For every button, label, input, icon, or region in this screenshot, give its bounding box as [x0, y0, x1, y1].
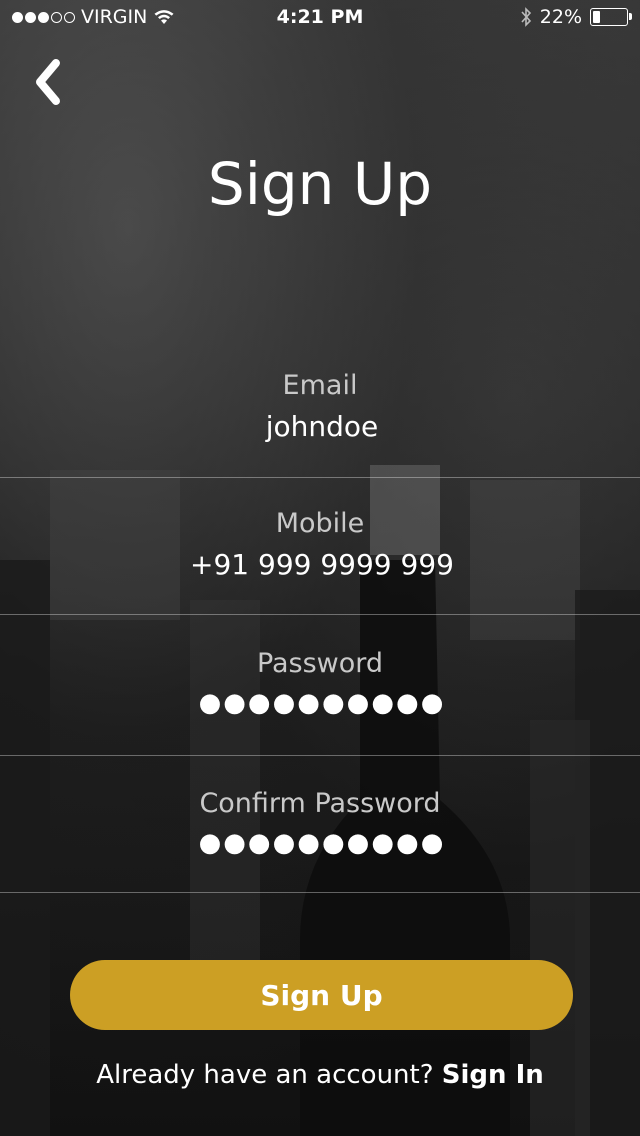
mobile-input[interactable] [0, 547, 640, 582]
divider [0, 477, 640, 478]
battery-percent: 22% [539, 6, 582, 28]
battery-fill [593, 11, 600, 23]
status-right: 22% [520, 6, 632, 28]
page-title: Sign Up [207, 150, 433, 218]
signup-screen: VIRGIN 4:21 PM 22% Sign Up Email johndoe… [0, 0, 640, 1136]
battery-tip [629, 13, 632, 20]
email-input[interactable] [0, 409, 640, 444]
confirm-password-input[interactable] [0, 827, 640, 859]
status-bar: VIRGIN 4:21 PM 22% [0, 0, 640, 40]
chevron-left-icon [36, 59, 60, 105]
password-field-group: Password [0, 648, 640, 719]
footer-prompt: Already have an account? [96, 1060, 434, 1090]
confirm-password-field-group: Confirm Password [0, 788, 640, 859]
mobile-field-group: Mobile [0, 508, 640, 582]
bluetooth-icon [521, 7, 531, 27]
mobile-label: Mobile [275, 508, 365, 539]
confirm-password-label: Confirm Password [199, 788, 441, 819]
divider [0, 892, 640, 893]
back-button[interactable] [22, 54, 72, 110]
sign-in-link[interactable]: Sign In [442, 1060, 544, 1090]
divider [0, 614, 640, 615]
battery-icon [590, 8, 632, 26]
email-field-group: Email [0, 370, 640, 444]
password-input[interactable] [0, 687, 640, 719]
signup-button[interactable]: Sign Up [70, 960, 573, 1030]
footer: Already have an account? Sign In [0, 1060, 640, 1090]
divider [0, 755, 640, 756]
email-label: Email [282, 370, 358, 401]
password-label: Password [256, 648, 384, 679]
